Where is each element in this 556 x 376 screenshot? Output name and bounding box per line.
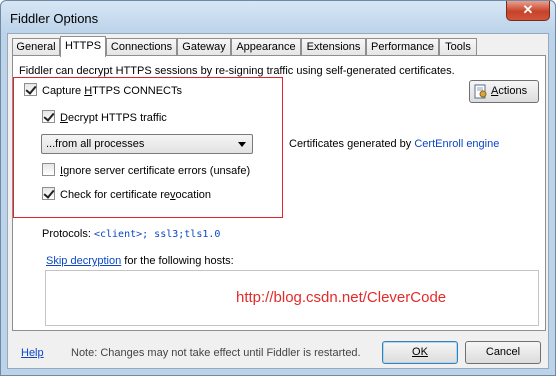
process-filter-value: ...from all processes (46, 138, 145, 150)
https-tab-panel: Fiddler can decrypt HTTPS sessions by re… (12, 55, 546, 331)
close-button[interactable]: ✕ (506, 1, 550, 21)
cancel-button[interactable]: Cancel (465, 341, 541, 364)
cert-engine-link[interactable]: CertEnroll engine (414, 138, 499, 150)
protocols-row: Protocols: <client>; ssl3;tls1.0 (42, 228, 220, 240)
dialog-body: General HTTPS Connections Gateway Appear… (7, 33, 549, 369)
actions-button[interactable]: Actions (469, 80, 539, 103)
options-window: Fiddler Options ✕ General HTTPS Connecti… (0, 0, 556, 376)
help-link[interactable]: Help (21, 347, 44, 359)
certificate-icon (474, 84, 487, 99)
ignore-cert-errors-checkbox[interactable]: Ignore server certificate errors (unsafe… (42, 163, 250, 178)
actions-label: ctions (498, 85, 528, 97)
checkbox-box[interactable] (42, 163, 55, 176)
tab-tools[interactable]: Tools (439, 38, 477, 56)
checkbox-box[interactable] (42, 187, 55, 200)
https-description: Fiddler can decrypt HTTPS sessions by re… (19, 65, 455, 77)
process-filter-dropdown[interactable]: ...from all processes (41, 134, 253, 154)
protocols-label: Protocols: (42, 228, 94, 240)
tab-appearance[interactable]: Appearance (231, 38, 301, 56)
ok-button[interactable]: OK (382, 341, 458, 364)
window-title: Fiddler Options (10, 11, 99, 26)
skip-decryption-row: Skip decryption for the following hosts: (46, 255, 234, 267)
tab-extensions[interactable]: Extensions (301, 38, 366, 56)
close-icon: ✕ (522, 2, 534, 17)
check-revocation-checkbox[interactable]: Check for certificate revocation (42, 187, 211, 202)
tab-https[interactable]: HTTPS (60, 36, 106, 57)
checkbox-box[interactable] (42, 110, 55, 123)
title-bar[interactable]: Fiddler Options ✕ (1, 1, 555, 33)
tab-general[interactable]: General (12, 38, 60, 56)
restart-note: Note: Changes may not take effect until … (71, 347, 361, 359)
cert-generated-info: Certificates generated by CertEnroll eng… (289, 138, 500, 150)
protocols-link[interactable]: <client>; ssl3;tls1.0 (94, 229, 220, 240)
skip-hosts-textarea[interactable]: http://blog.csdn.net/CleverCode (45, 270, 539, 326)
tab-connections[interactable]: Connections (106, 38, 177, 56)
capture-https-checkbox[interactable]: Capture HTTPS CONNECTs (24, 83, 182, 98)
tab-performance[interactable]: Performance (366, 38, 439, 56)
watermark-text: http://blog.csdn.net/CleverCode (236, 289, 447, 306)
decrypt-https-checkbox[interactable]: Decrypt HTTPS traffic (42, 110, 167, 125)
skip-decryption-link[interactable]: Skip decryption (46, 255, 121, 267)
chevron-down-icon (238, 142, 246, 147)
tab-gateway[interactable]: Gateway (177, 38, 231, 56)
checkbox-box[interactable] (24, 83, 37, 96)
